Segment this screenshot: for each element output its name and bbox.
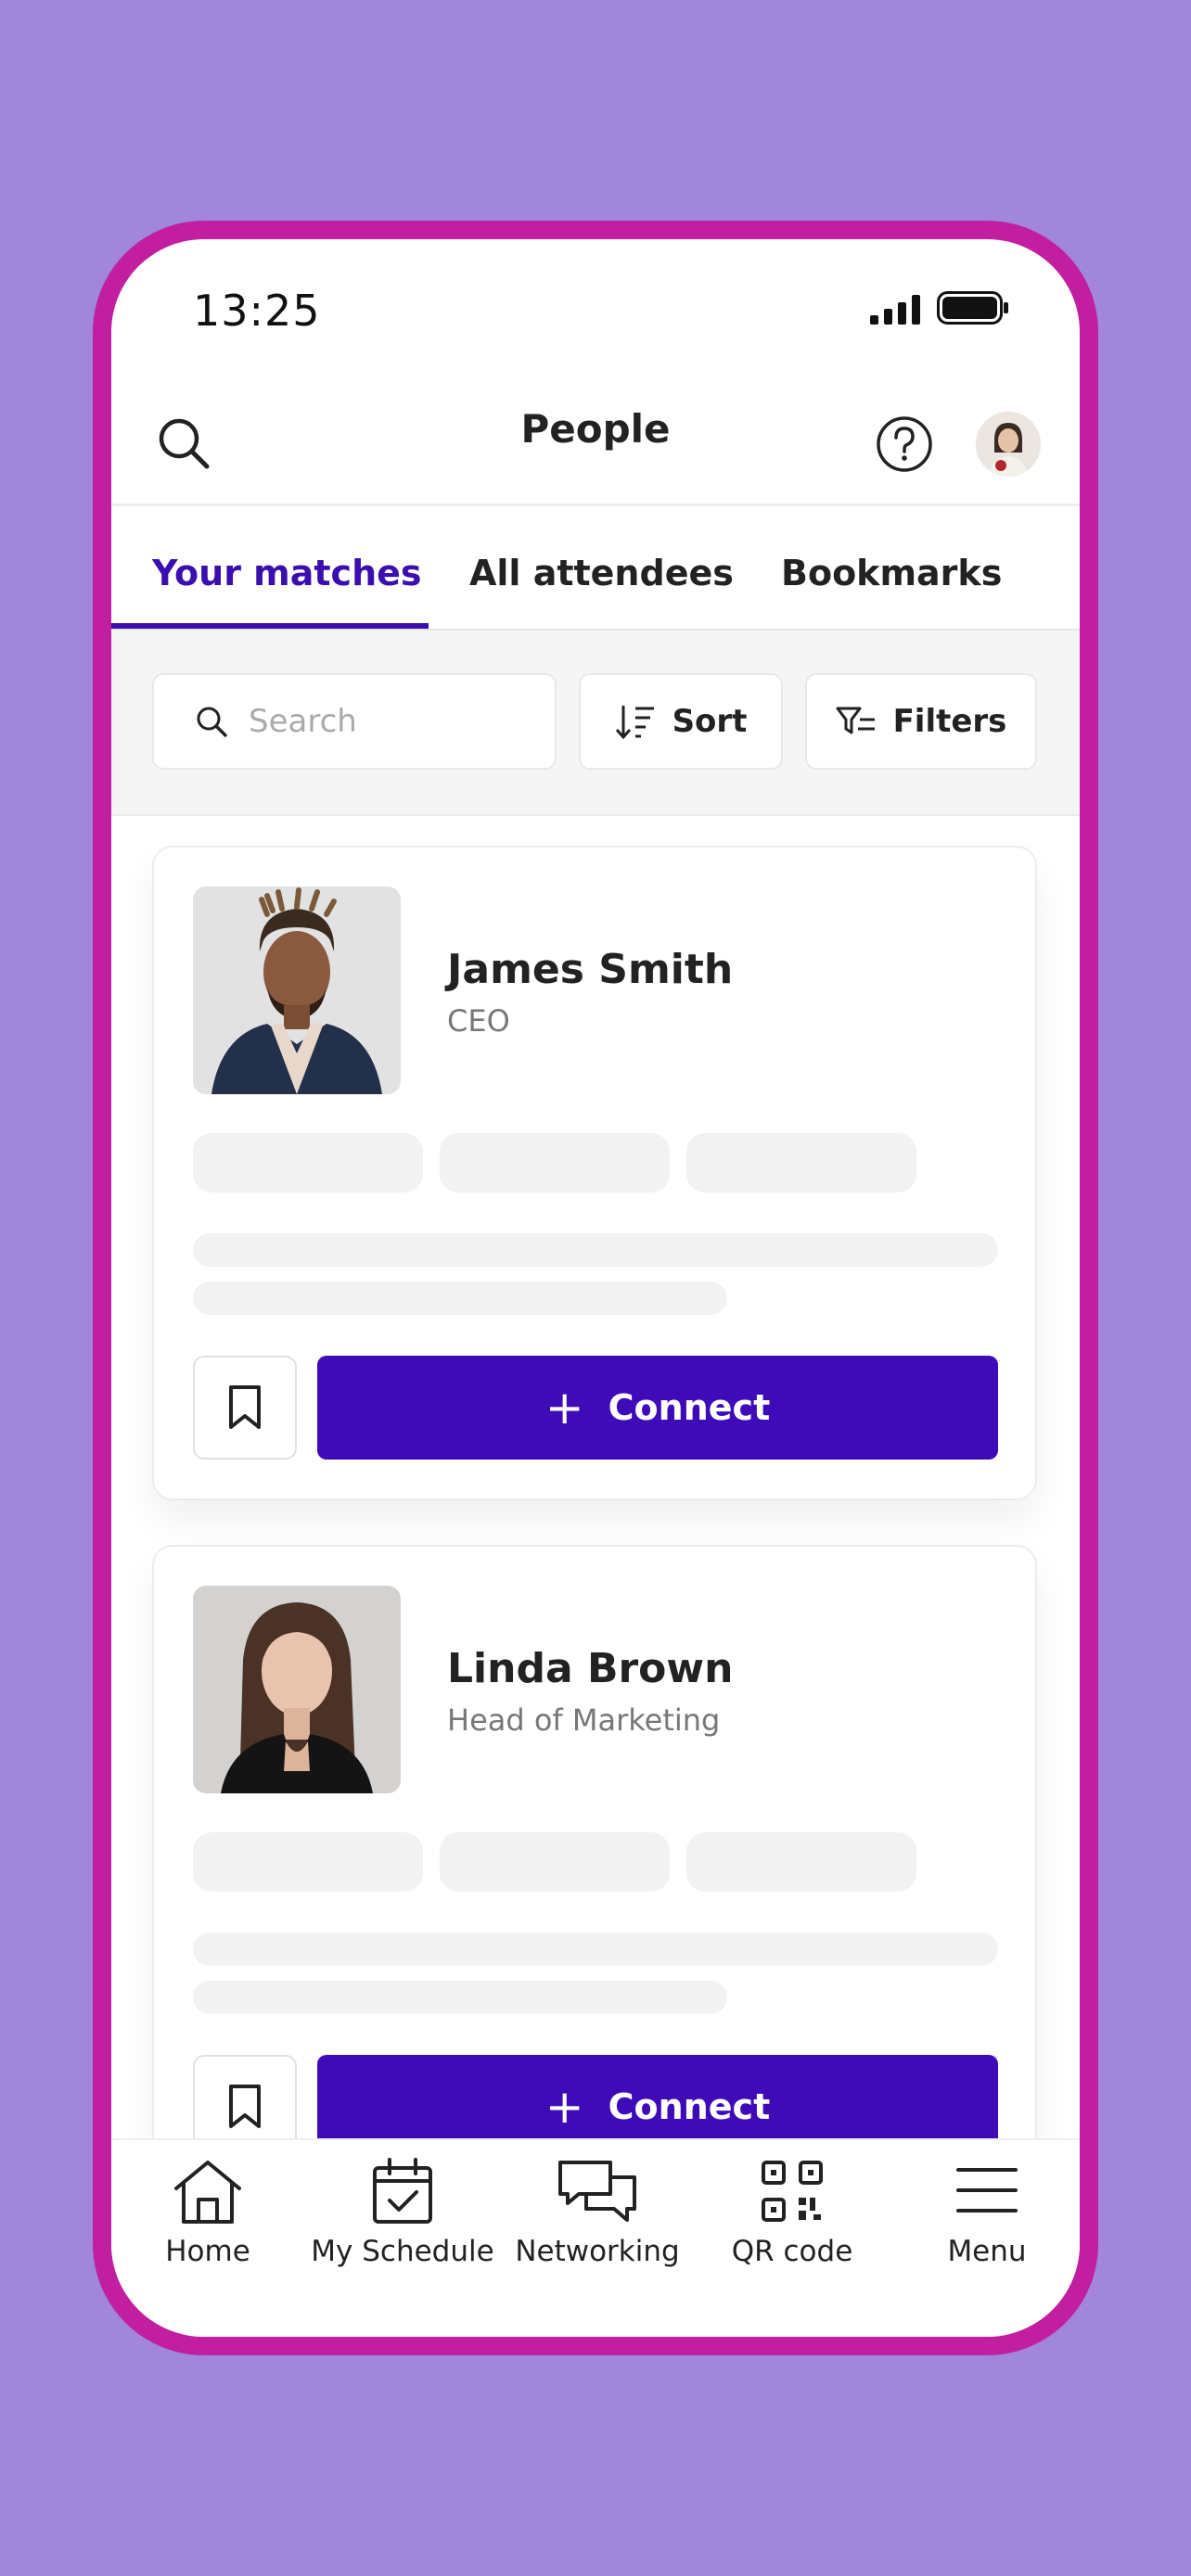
nav-qr-code-label: QR code (731, 2235, 853, 2268)
bio-placeholder-line (193, 1282, 727, 1315)
sort-icon (615, 706, 654, 740)
status-time: 13:25 (193, 286, 321, 336)
tag-placeholder (193, 1133, 423, 1192)
tag-placeholder (686, 1832, 916, 1892)
bookmark-icon (229, 1385, 261, 1429)
home-icon (174, 2161, 241, 2224)
battery-icon (937, 291, 1008, 325)
bottom-navigation: Home My Schedule Networking QR code Menu (111, 2138, 1080, 2337)
plus-icon: + (544, 2080, 584, 2134)
app-header: People (111, 378, 1080, 506)
tab-all-attendees[interactable]: All attendees (469, 553, 734, 593)
person-photo (193, 1586, 401, 1793)
bio-placeholder-line (193, 1981, 727, 2014)
plus-icon: + (544, 1381, 584, 1435)
person-role: CEO (447, 1003, 510, 1039)
tag-placeholder (440, 1832, 670, 1892)
tag-placeholder (440, 1133, 670, 1192)
active-tab-indicator (111, 623, 429, 629)
person-role: Head of Marketing (447, 1702, 721, 1738)
person-name: James Smith (447, 946, 734, 993)
calendar-check-icon (373, 2158, 432, 2224)
tab-bar: Your matches All attendees Bookmarks (111, 508, 1080, 631)
filter-bar: Search Sort Filters (111, 631, 1080, 816)
sort-button[interactable]: Sort (579, 673, 783, 770)
help-button[interactable] (874, 414, 935, 475)
nav-home-label: Home (165, 2235, 250, 2268)
tag-placeholder (193, 1832, 423, 1892)
connect-label: Connect (608, 1387, 771, 1428)
qr-code-icon (762, 2161, 823, 2222)
connect-label: Connect (608, 2086, 771, 2127)
search-input[interactable]: Search (152, 673, 557, 770)
person-photo (193, 886, 401, 1094)
person-card[interactable]: James Smith CEO + Connect (152, 846, 1037, 1500)
phone-frame: 13:25 People Your matches All attendees … (93, 221, 1098, 2355)
filters-label: Filters (892, 703, 1007, 740)
profile-avatar[interactable] (976, 412, 1041, 477)
search-placeholder: Search (249, 703, 357, 740)
nav-menu[interactable]: Menu (894, 2157, 1080, 2268)
tab-your-matches[interactable]: Your matches (152, 553, 422, 593)
nav-qr-code[interactable]: QR code (699, 2157, 885, 2268)
status-bar: 13:25 (111, 239, 1080, 351)
app-screen: 13:25 People Your matches All attendees … (111, 239, 1080, 2337)
person-name: Linda Brown (447, 1645, 734, 1692)
connect-button[interactable]: + Connect (317, 1356, 998, 1460)
nav-networking-label: Networking (515, 2235, 680, 2268)
bio-placeholder-line (193, 1233, 998, 1267)
nav-home[interactable]: Home (115, 2157, 301, 2268)
tab-bookmarks[interactable]: Bookmarks (781, 553, 1002, 593)
bookmark-icon (229, 2085, 261, 2128)
nav-networking[interactable]: Networking (505, 2157, 690, 2268)
tag-placeholder (686, 1133, 916, 1192)
search-icon (197, 707, 227, 737)
filters-button[interactable]: Filters (805, 673, 1037, 770)
nav-my-schedule[interactable]: My Schedule (310, 2157, 495, 2268)
help-icon (877, 416, 932, 472)
sort-label: Sort (672, 703, 748, 740)
avatar-photo (976, 412, 1041, 477)
person-card[interactable]: Linda Brown Head of Marketing + Connect (152, 1545, 1037, 2200)
nav-my-schedule-label: My Schedule (311, 2235, 494, 2268)
nav-menu-label: Menu (947, 2235, 1027, 2268)
signal-icon (870, 295, 920, 325)
hamburger-menu-icon (956, 2168, 1018, 2213)
chat-bubbles-icon (558, 2161, 636, 2222)
filter-icon (836, 707, 875, 734)
bookmark-button[interactable] (193, 1356, 297, 1460)
bio-placeholder-line (193, 1932, 998, 1966)
